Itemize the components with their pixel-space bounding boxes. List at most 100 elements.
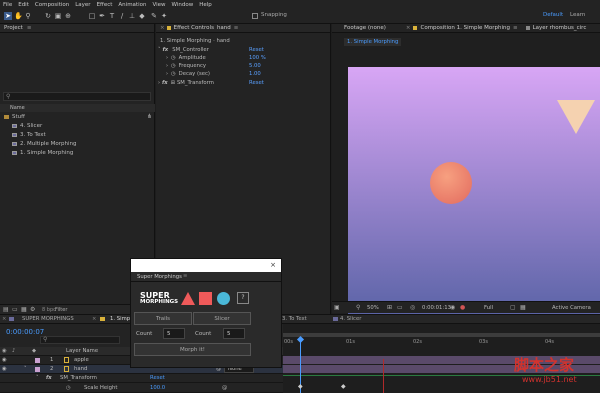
expand-chevron-icon[interactable]: ˅: [24, 366, 27, 372]
visibility-column-icon[interactable]: ◉: [2, 348, 7, 354]
param-value[interactable]: 100 %: [249, 55, 266, 61]
zoom-dropdown[interactable]: 50%: [367, 305, 379, 311]
audio-column-icon[interactable]: ♪: [12, 348, 15, 354]
morph-it-button[interactable]: Morph it!: [134, 343, 251, 356]
project-item-to-text[interactable]: 3. To Text: [0, 130, 150, 139]
workspace-learn[interactable]: Learn: [570, 12, 585, 18]
snapping-checkbox[interactable]: [252, 13, 258, 19]
project-title[interactable]: Project: [4, 25, 23, 31]
pen-tool-icon[interactable]: ✒: [98, 12, 106, 20]
label-color-swatch[interactable]: [35, 367, 40, 372]
close-icon[interactable]: ×: [406, 25, 411, 31]
current-time[interactable]: 0:00:01:13: [422, 305, 451, 311]
interpret-footage-icon[interactable]: ▤: [3, 306, 9, 313]
fx-icon[interactable]: fx: [46, 375, 52, 381]
snapshot-icon[interactable]: ◎: [410, 304, 415, 311]
stopwatch-icon[interactable]: ◷: [171, 71, 176, 77]
timeline-search-input[interactable]: ⚲: [40, 336, 120, 344]
composition-canvas[interactable]: [348, 67, 600, 317]
menu-file[interactable]: File: [0, 2, 15, 8]
camera-dropdown[interactable]: Active Camera: [552, 305, 591, 311]
brush-tool-icon[interactable]: /: [118, 12, 126, 20]
stopwatch-icon[interactable]: ◷: [66, 385, 71, 391]
column-layer-name[interactable]: Layer Name: [66, 348, 98, 354]
comp-breadcrumb[interactable]: 1. Simple Morphing: [344, 38, 402, 46]
workspace-default[interactable]: Default: [543, 12, 563, 18]
fx-icon[interactable]: fx: [163, 47, 169, 53]
menu-view[interactable]: View: [149, 2, 168, 8]
new-composition-icon[interactable]: ▦: [21, 306, 27, 313]
close-icon[interactable]: ×: [2, 316, 6, 322]
project-settings-icon[interactable]: ⚙: [30, 306, 35, 313]
expand-chevron-icon[interactable]: ˅: [158, 47, 161, 53]
menu-composition[interactable]: Composition: [32, 2, 72, 8]
layer-tab[interactable]: Layer rhombus_circ: [533, 25, 587, 31]
magnification-icon[interactable]: ⚲: [356, 304, 360, 311]
menu-layer[interactable]: Layer: [72, 2, 93, 8]
zoom-tool-icon[interactable]: ⚲: [24, 12, 32, 20]
timeline-current-time[interactable]: 0:00:00:07: [6, 328, 44, 336]
region-of-interest-icon[interactable]: ▢: [510, 304, 516, 311]
panel-menu-icon[interactable]: ≡: [234, 25, 239, 31]
project-search-input[interactable]: ⚲: [3, 92, 151, 101]
expand-chevron-icon[interactable]: ›: [166, 71, 168, 77]
label-column-icon[interactable]: ◆: [32, 348, 36, 354]
work-area-bar[interactable]: [283, 333, 600, 337]
roto-tool-icon[interactable]: ✎: [150, 12, 158, 20]
camera-tool-icon[interactable]: ▣: [54, 12, 62, 20]
param-frequency[interactable]: › ◷ Frequency 5.00: [156, 62, 321, 70]
expand-chevron-icon[interactable]: ›: [166, 55, 168, 61]
fx-icon[interactable]: fx: [162, 80, 168, 86]
resolution-dropdown[interactable]: Full: [484, 305, 493, 311]
bpc-label[interactable]: 8 bpc: [42, 307, 56, 313]
panel-menu-icon[interactable]: ≡: [183, 273, 187, 279]
reset-button[interactable]: Reset: [249, 80, 264, 86]
clone-tool-icon[interactable]: ⊥: [128, 12, 136, 20]
morph-circle[interactable]: [430, 162, 472, 204]
visibility-eye-icon[interactable]: ◉: [2, 366, 7, 372]
effect-sm-transform[interactable]: › fx ⊞ SM_Transform Reset: [156, 79, 321, 87]
morph-triangle[interactable]: [557, 100, 595, 134]
menu-effect[interactable]: Effect: [94, 2, 116, 8]
lock-icon[interactable]: [166, 26, 171, 30]
selection-tool-icon[interactable]: ➤: [4, 12, 12, 20]
param-value[interactable]: 5.00: [249, 63, 261, 69]
new-folder-icon[interactable]: ▭: [12, 306, 18, 313]
reset-button[interactable]: Reset: [249, 47, 264, 53]
close-icon[interactable]: ×: [270, 261, 276, 269]
param-decay[interactable]: › ◷ Decay (sec) 1.00: [156, 70, 321, 78]
project-item-stuff[interactable]: Stuff: [0, 112, 150, 121]
eraser-tool-icon[interactable]: ◆: [138, 12, 146, 20]
visibility-eye-icon[interactable]: ◉: [2, 357, 7, 363]
label-color-swatch[interactable]: [35, 358, 40, 363]
puppet-tool-icon[interactable]: ✦: [160, 12, 168, 20]
menu-help[interactable]: Help: [196, 2, 215, 8]
always-preview-icon[interactable]: ▣: [334, 304, 340, 311]
reset-button[interactable]: Reset: [150, 375, 165, 381]
show-channel-icon[interactable]: ●: [460, 304, 465, 311]
effect-controls-tab[interactable]: Effect Controls: [174, 25, 214, 31]
stopwatch-icon[interactable]: ◷: [171, 63, 176, 69]
hand-tool-icon[interactable]: ✋: [14, 12, 23, 20]
trails-button[interactable]: Trails: [134, 312, 192, 325]
panel-menu-icon[interactable]: ≡: [27, 25, 32, 31]
rotate-tool-icon[interactable]: ↻: [44, 12, 52, 20]
keyframe-icon[interactable]: ◆: [298, 383, 303, 390]
layer-name[interactable]: apple: [74, 357, 89, 363]
close-icon[interactable]: ×: [92, 316, 96, 322]
property-value[interactable]: 100.0: [150, 385, 165, 391]
effect-sm-controller[interactable]: ˅ fx SM_Controller Reset: [156, 46, 321, 54]
close-icon[interactable]: ×: [160, 25, 165, 31]
grid-icon[interactable]: ⊞: [387, 304, 392, 311]
expand-chevron-icon[interactable]: ˅: [36, 375, 39, 381]
adjustment-icon[interactable]: ⊞: [171, 80, 175, 86]
project-item-slicer[interactable]: 4. Slicer: [0, 121, 150, 130]
camera-snapshot-icon[interactable]: ◉: [450, 304, 455, 311]
lock-icon[interactable]: [525, 26, 530, 30]
layer-name[interactable]: hand: [74, 366, 87, 372]
count-input-slicer[interactable]: 5: [223, 328, 245, 339]
pan-behind-tool-icon[interactable]: ⊕: [64, 12, 72, 20]
column-header-name[interactable]: Name: [0, 104, 155, 112]
footage-tab[interactable]: Footage (none): [344, 25, 386, 31]
tab-to-text[interactable]: 3. To Text: [282, 316, 307, 322]
